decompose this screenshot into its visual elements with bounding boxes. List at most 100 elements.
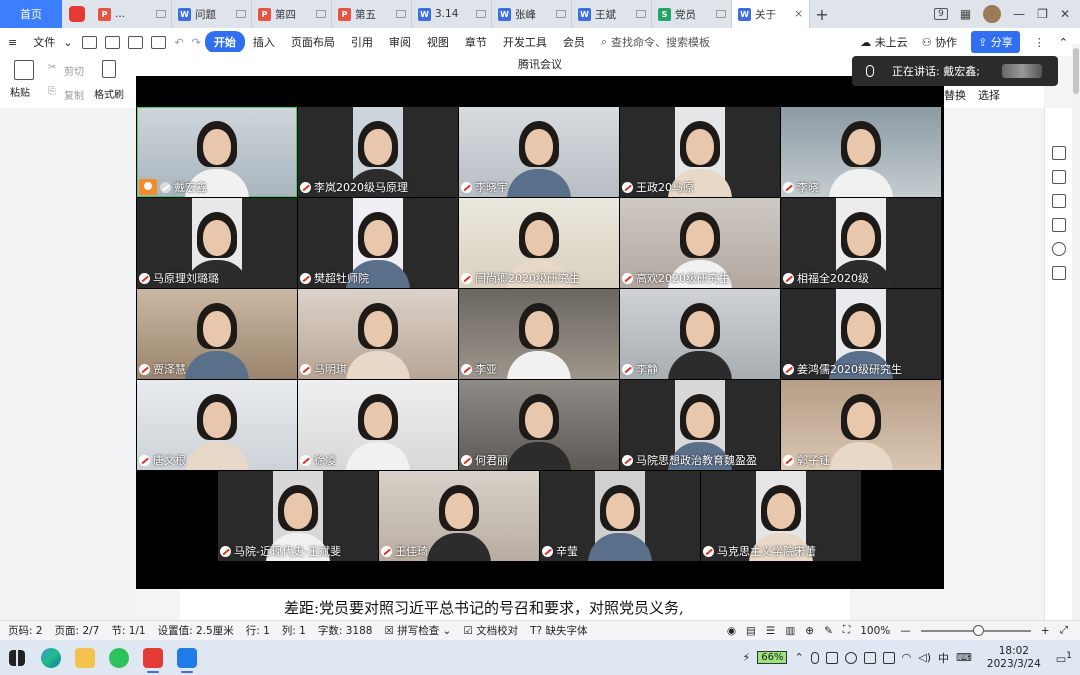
- participant-tile[interactable]: 郭子钰: [781, 380, 941, 470]
- participant-tile[interactable]: 戴宏鑫: [137, 107, 297, 197]
- participant-tile[interactable]: 李静: [620, 289, 780, 379]
- ime-indicator[interactable]: 中: [938, 650, 949, 666]
- vertical-scrollbar[interactable]: [1072, 44, 1080, 620]
- tab-review[interactable]: 审阅: [381, 34, 419, 50]
- doc-tab-8[interactable]: S 党员: [652, 0, 732, 28]
- notification-icon[interactable]: ▭1: [1056, 650, 1072, 666]
- redo-icon[interactable]: ↷: [192, 36, 201, 49]
- document-page[interactable]: 差距:党员要对照习近平总书记的号召和要求，对照党员义务,: [180, 589, 850, 620]
- menu-icon[interactable]: ≡: [0, 36, 25, 49]
- participant-tile[interactable]: 唐文根: [137, 380, 297, 470]
- participant-tile[interactable]: 闫尚卿2020级研究生: [459, 198, 619, 288]
- qq-icon[interactable]: [844, 651, 857, 664]
- new-tab-icon[interactable]: +: [810, 5, 834, 24]
- file-menu[interactable]: 文件: [25, 34, 63, 50]
- participant-tile[interactable]: 徐凌: [298, 380, 458, 470]
- web-view-icon[interactable]: ⊕: [805, 625, 814, 637]
- zoom-slider-knob[interactable]: [972, 624, 984, 636]
- fullscreen-icon[interactable]: ⤢: [1060, 624, 1068, 637]
- restore-icon[interactable]: ❐: [1037, 7, 1048, 21]
- scrollbar-thumb[interactable]: [1073, 48, 1079, 94]
- export-icon[interactable]: [105, 35, 121, 49]
- close-icon[interactable]: ✕: [1060, 7, 1070, 21]
- home-tab[interactable]: 首页: [0, 0, 62, 28]
- doc-tab-1[interactable]: P...: [92, 0, 172, 28]
- chevron-down-icon[interactable]: ⌄: [63, 36, 72, 49]
- paste-icon[interactable]: [14, 60, 34, 80]
- page-number[interactable]: 页码: 2: [8, 623, 43, 638]
- participant-tile[interactable]: 李亚: [459, 289, 619, 379]
- command-search[interactable]: ⌕ 查找命令、搜索模板: [601, 34, 710, 50]
- doc-proof[interactable]: ☑ 文档校对: [463, 623, 518, 638]
- read-view-icon[interactable]: ▥: [785, 625, 795, 637]
- word-count[interactable]: 字数: 3188: [318, 623, 373, 638]
- doc-tab-7[interactable]: W 王斌: [572, 0, 652, 28]
- fit-icon[interactable]: ⛶: [843, 624, 850, 637]
- participant-tile[interactable]: 马院思想政治教育魏盈盈: [620, 380, 780, 470]
- clock[interactable]: 18:02 2023/3/24: [987, 645, 1041, 671]
- collab-button[interactable]: ⚇ 协作: [922, 34, 957, 50]
- avatar[interactable]: [983, 5, 1002, 23]
- screenshot-icon[interactable]: [863, 651, 876, 664]
- setting-value[interactable]: 设置值: 2.5厘米: [158, 623, 234, 638]
- doc-tab-3[interactable]: P 第四: [252, 0, 332, 28]
- close-tab-icon[interactable]: ×: [794, 8, 803, 20]
- taskbar-wechat[interactable]: [102, 640, 136, 675]
- tab-chapter[interactable]: 章节: [457, 34, 495, 50]
- document-paragraph[interactable]: 差距:党员要对照习近平总书记的号召和要求，对照党员义务,: [284, 597, 684, 618]
- collapse-ribbon-icon[interactable]: ⌃: [1059, 36, 1068, 49]
- doc-tab-5[interactable]: W 3.14: [412, 0, 492, 28]
- participant-tile[interactable]: 高欢2020级研究生: [620, 198, 780, 288]
- format-painter-button[interactable]: 格式刷: [94, 86, 124, 101]
- participant-tile[interactable]: 李岚2020级马原理: [298, 107, 458, 197]
- box-badge-icon[interactable]: 9: [934, 8, 948, 20]
- chevron-up-icon[interactable]: ⌃: [794, 651, 803, 664]
- keyboard-icon[interactable]: ⌨: [956, 651, 972, 664]
- section[interactable]: 节: 1/1: [111, 623, 145, 638]
- participant-tile[interactable]: 贾泽慧: [137, 289, 297, 379]
- book-icon[interactable]: [1051, 218, 1066, 232]
- zoom-level[interactable]: 100%: [860, 625, 890, 637]
- participant-tile[interactable]: 马明琪: [298, 289, 458, 379]
- grid-apps-icon[interactable]: ▦: [960, 7, 971, 21]
- more-icon[interactable]: ⋮: [1034, 36, 1045, 49]
- participant-tile[interactable]: 李晓宇: [459, 107, 619, 197]
- save-icon[interactable]: [82, 35, 98, 49]
- sliders-icon[interactable]: [1051, 194, 1066, 208]
- tab-page-layout[interactable]: 页面布局: [283, 34, 343, 50]
- share-button[interactable]: ⇪ 分享: [971, 31, 1020, 53]
- cloud-status[interactable]: ☁ 未上云: [860, 34, 908, 50]
- select-button[interactable]: 选择: [978, 87, 1000, 103]
- power-plug-icon[interactable]: ⚡: [742, 651, 750, 664]
- participant-tile[interactable]: 辛莹: [540, 471, 700, 561]
- battery-indicator[interactable]: 66%: [757, 651, 788, 664]
- cut-button[interactable]: 剪切: [64, 63, 84, 78]
- participant-tile[interactable]: 马原理刘璐璐: [137, 198, 297, 288]
- participant-tile[interactable]: 姜鸿儒2020级研究生: [781, 289, 941, 379]
- format-painter-icon[interactable]: [102, 60, 116, 78]
- volume-icon[interactable]: ◁): [918, 651, 931, 664]
- zoom-out-icon[interactable]: —: [900, 625, 911, 637]
- zoom-slider[interactable]: [920, 624, 1031, 636]
- eye-icon[interactable]: ◉: [727, 625, 736, 637]
- microphone-icon[interactable]: [810, 651, 819, 664]
- taskbar-edge[interactable]: [34, 640, 68, 675]
- tab-start[interactable]: 开始: [204, 31, 245, 53]
- zoom-in-icon[interactable]: +: [1041, 625, 1050, 637]
- doc-tab-active[interactable]: W 关于 ×: [732, 0, 810, 28]
- page-view-icon[interactable]: ▤: [746, 625, 756, 637]
- print-icon[interactable]: [128, 35, 144, 49]
- undo-icon[interactable]: ↶: [174, 36, 183, 49]
- outline-view-icon[interactable]: ☰: [766, 625, 775, 637]
- help-icon[interactable]: [1051, 242, 1066, 256]
- missing-font[interactable]: T? 缺失字体: [530, 623, 587, 638]
- spell-check[interactable]: ☒ 拼写检查 ⌄: [384, 623, 451, 638]
- tab-references[interactable]: 引用: [343, 34, 381, 50]
- cursor-icon[interactable]: [1051, 146, 1066, 160]
- feedback-icon[interactable]: [1051, 266, 1066, 280]
- participant-tile[interactable]: 王佳琦: [379, 471, 539, 561]
- tab-member[interactable]: 会员: [555, 34, 593, 50]
- wifi-icon[interactable]: ◠: [902, 651, 912, 664]
- start-button[interactable]: [0, 640, 34, 675]
- replace-button[interactable]: 替换: [944, 87, 966, 103]
